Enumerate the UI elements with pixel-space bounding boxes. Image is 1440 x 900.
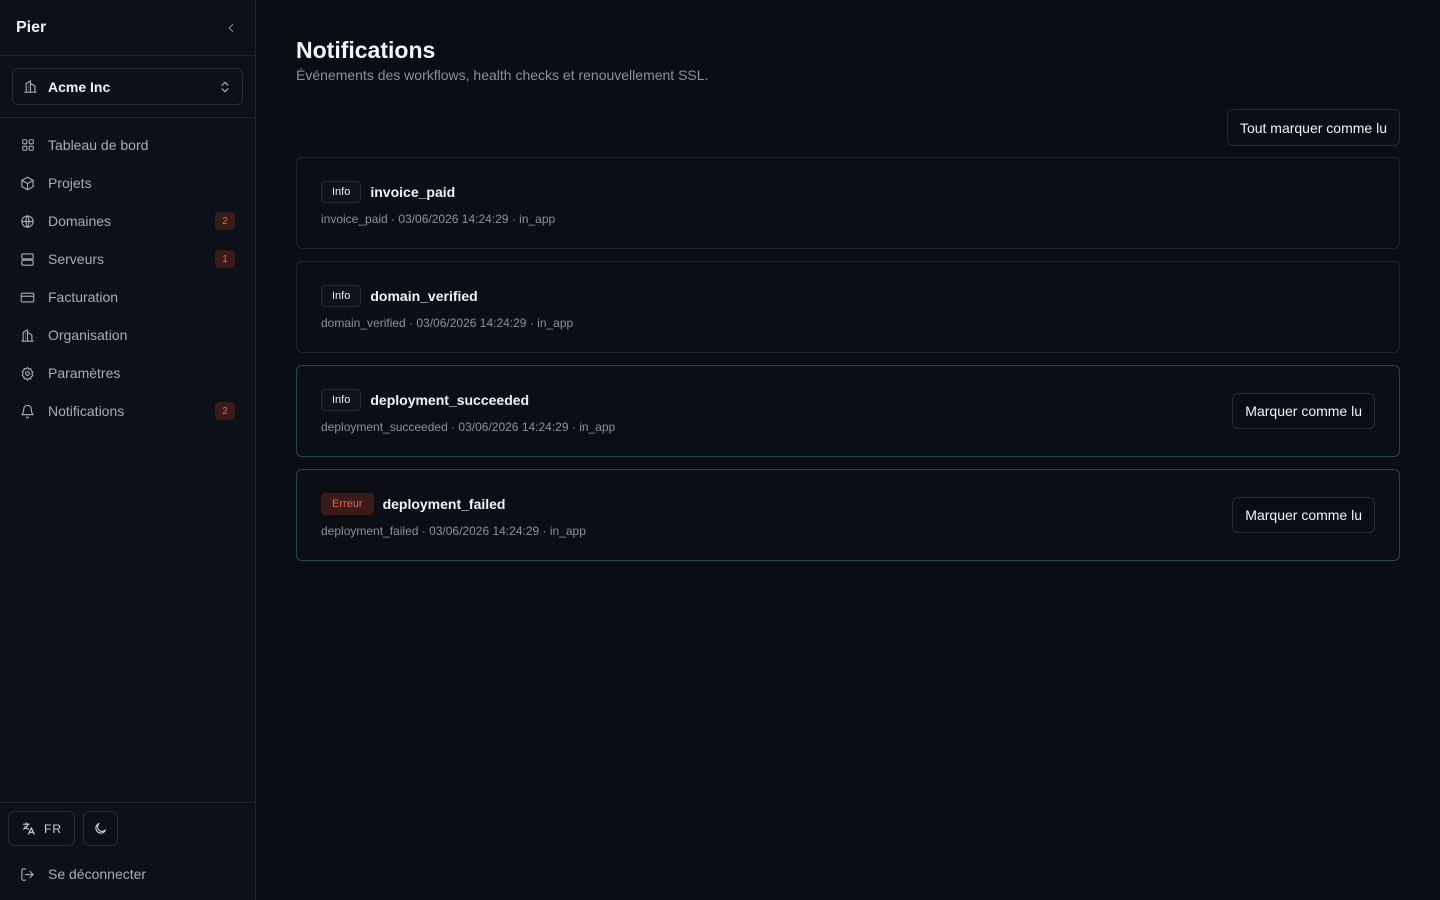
server-icon (20, 252, 35, 267)
notification-head: Info domain_verified (321, 284, 573, 307)
notification-meta: invoice_paid · 03/06/2026 14:24:29 · in_… (321, 211, 556, 226)
notification-meta: deployment_succeeded · 03/06/2026 14:24:… (321, 419, 616, 434)
level-badge: Info (321, 388, 362, 411)
notification-head: Info invoice_paid (321, 180, 555, 203)
notification-card: Info domain_verified domain_verified · 0… (296, 261, 1400, 353)
notification-card: Info invoice_paid invoice_paid · 03/06/2… (296, 157, 1400, 249)
notification-meta: domain_verified · 03/06/2026 14:24:29 · … (321, 315, 574, 330)
translate-icon (22, 822, 35, 835)
main-content: Notifications Événements des workflows, … (256, 0, 1440, 900)
language-label: FR (44, 821, 62, 836)
sidebar: Pier Acme Inc Tableau de bord Projets Do… (0, 0, 256, 900)
app: Pier Acme Inc Tableau de bord Projets Do… (0, 0, 1440, 900)
notification-meta: deployment_failed · 03/06/2026 14:24:29 … (321, 523, 586, 538)
notification-head: Erreur deployment_failed (321, 492, 586, 515)
mark-read-button[interactable]: Marquer comme lu (1232, 393, 1375, 429)
notification-card-unread: Erreur deployment_failed deployment_fail… (296, 469, 1400, 561)
sidebar-nav: Tableau de bord Projets Domaines 2 Serve… (0, 118, 255, 438)
dashboard-icon (20, 138, 35, 153)
sidebar-item-label: Organisation (48, 327, 128, 343)
sidebar-item-servers[interactable]: Serveurs 1 (8, 240, 247, 278)
page-subtitle: Événements des workflows, health checks … (296, 67, 709, 83)
notification-head: Info deployment_succeeded (321, 388, 615, 411)
brand-name: Pier (16, 18, 47, 36)
bell-icon (20, 404, 35, 419)
globe-icon (20, 214, 35, 229)
language-switcher[interactable]: FR (8, 811, 75, 846)
notifications-count-badge: 2 (215, 402, 235, 420)
logout-button[interactable]: Se déconnecter (8, 855, 247, 893)
sidebar-header: Pier (0, 0, 255, 56)
notification-body: Info domain_verified domain_verified · 0… (321, 284, 574, 330)
theme-toggle[interactable] (83, 811, 118, 846)
package-icon (20, 176, 35, 191)
sidebar-item-label: Serveurs (48, 251, 105, 267)
sidebar-item-label: Facturation (48, 289, 119, 305)
sidebar-item-label: Tableau de bord (48, 137, 149, 153)
moon-icon (95, 822, 107, 834)
sidebar-item-billing[interactable]: Facturation (8, 278, 247, 316)
sidebar-item-organisation[interactable]: Organisation (8, 316, 247, 354)
notification-card-unread: Info deployment_succeeded deployment_suc… (296, 365, 1400, 457)
sidebar-item-notifications[interactable]: Notifications 2 (8, 392, 247, 430)
mark-all-read-button[interactable]: Tout marquer comme lu (1226, 109, 1400, 146)
org-switcher-wrap: Acme Inc (0, 56, 255, 118)
sidebar-item-label: Paramètres (48, 365, 121, 381)
sidebar-item-label: Notifications (48, 403, 125, 419)
notification-title: invoice_paid (370, 183, 456, 200)
level-badge: Info (321, 180, 362, 203)
notification-title: deployment_succeeded (370, 391, 530, 408)
sidebar-footer: FR Se déconnecter (0, 802, 255, 900)
notification-body: Info invoice_paid invoice_paid · 03/06/2… (321, 180, 556, 226)
page-title: Notifications (296, 37, 436, 63)
chevron-left-icon (228, 23, 234, 32)
org-name: Acme Inc (48, 78, 111, 95)
level-badge: Info (321, 284, 362, 307)
servers-count-badge: 1 (215, 250, 235, 268)
logout-icon (21, 867, 34, 881)
notification-body: Info deployment_succeeded deployment_suc… (321, 388, 616, 434)
sidebar-item-settings[interactable]: Paramètres (8, 354, 247, 392)
chevron-updown-icon (221, 81, 229, 92)
sidebar-item-projects[interactable]: Projets (8, 164, 247, 202)
mark-read-button[interactable]: Marquer comme lu (1232, 497, 1375, 533)
notification-title: domain_verified (370, 287, 478, 304)
domains-count-badge: 2 (215, 212, 235, 230)
gear-icon (20, 366, 35, 381)
sidebar-item-label: Projets (48, 175, 92, 191)
notification-title: deployment_failed (382, 495, 506, 512)
credit-card-icon (20, 290, 35, 305)
collapse-sidebar-button[interactable] (223, 20, 239, 36)
org-switcher[interactable]: Acme Inc (12, 68, 243, 105)
logout-label: Se déconnecter (48, 866, 147, 882)
footer-controls: FR (8, 811, 247, 846)
building-icon (20, 328, 35, 343)
sidebar-item-dashboard[interactable]: Tableau de bord (8, 126, 247, 164)
building-icon (24, 80, 37, 93)
sidebar-item-label: Domaines (48, 213, 112, 229)
notification-list: Info invoice_paid invoice_paid · 03/06/2… (296, 157, 1400, 561)
sidebar-item-domains[interactable]: Domaines 2 (8, 202, 247, 240)
error-level-badge: Erreur (321, 492, 374, 515)
notification-body: Erreur deployment_failed deployment_fail… (321, 492, 586, 538)
toolbar: Tout marquer comme lu (296, 109, 1400, 146)
